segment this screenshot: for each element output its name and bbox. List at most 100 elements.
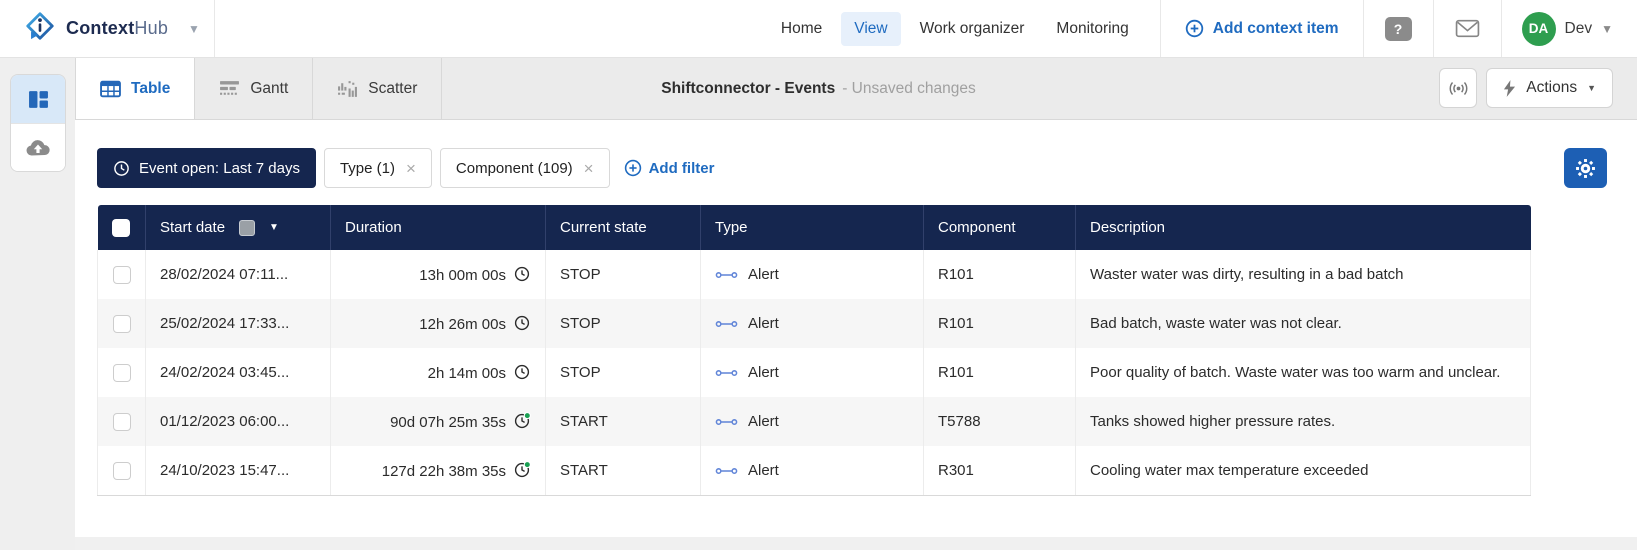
row-checkbox[interactable] — [113, 413, 131, 431]
table-row[interactable]: 28/02/2024 07:11... 13h 00m 00s STOP Ale… — [98, 250, 1531, 299]
actions-chevron-down-icon: ▼ — [1587, 83, 1596, 93]
component-filter-chip[interactable]: Component (109) × — [440, 148, 610, 188]
help-button[interactable]: ? — [1385, 17, 1412, 41]
filter-bar: Event open: Last 7 days Type (1) × Compo… — [97, 148, 714, 188]
cell-description: Bad batch, waste water was not clear. — [1076, 299, 1531, 348]
cell-component: T5788 — [924, 397, 1076, 446]
scatter-icon — [337, 80, 358, 98]
column-header-start-date[interactable]: Start date — [160, 219, 225, 236]
close-icon[interactable]: × — [584, 160, 594, 177]
cell-start-date: 01/12/2023 06:00... — [146, 397, 331, 446]
cell-start-date: 28/02/2024 07:11... — [146, 250, 331, 299]
table-header: Start date ▼ Duration Current state Type… — [98, 205, 1531, 250]
clock-icon — [513, 461, 531, 479]
content-panel: Event open: Last 7 days Type (1) × Compo… — [75, 120, 1637, 537]
brand[interactable]: ContextHub ▼ — [0, 0, 215, 57]
column-header-current-state[interactable]: Current state — [546, 205, 701, 250]
clock-icon — [513, 265, 531, 283]
nav-item-monitoring[interactable]: Monitoring — [1043, 12, 1141, 46]
cell-description: Cooling water max temperature exceeded — [1076, 446, 1531, 496]
column-header-component[interactable]: Component — [924, 205, 1076, 250]
cell-current-state: START — [546, 397, 701, 446]
table-row[interactable]: 24/02/2024 03:45... 2h 14m 00s STOP Aler… — [98, 348, 1531, 397]
table-settings-button[interactable] — [1564, 148, 1607, 188]
close-icon[interactable]: × — [406, 160, 416, 177]
cell-component: R301 — [924, 446, 1076, 496]
cell-type: Alert — [701, 348, 924, 397]
select-all-checkbox[interactable] — [112, 219, 130, 237]
duration-value: 13h 00m 00s — [419, 267, 506, 284]
messages-button[interactable] — [1455, 19, 1480, 38]
cell-description: Tanks showed higher pressure rates. — [1076, 397, 1531, 446]
cell-current-state: STOP — [546, 250, 701, 299]
tab-gantt[interactable]: Gantt — [195, 58, 313, 119]
cell-start-date: 24/02/2024 03:45... — [146, 348, 331, 397]
tab-table[interactable]: Table — [75, 58, 195, 119]
broadcast-icon — [1447, 81, 1470, 96]
add-filter-label: Add filter — [649, 160, 715, 177]
link-icon — [715, 417, 738, 427]
add-context-item-button[interactable]: Add context item — [1161, 0, 1363, 57]
nav-item-work-organizer[interactable]: Work organizer — [907, 12, 1038, 46]
brand-chevron-down-icon[interactable]: ▼ — [188, 22, 200, 36]
type-label: Alert — [748, 364, 779, 381]
group-indicator-icon[interactable] — [239, 220, 255, 236]
gantt-icon — [219, 80, 240, 97]
dashboard-view-button[interactable] — [11, 75, 65, 123]
cell-component: R101 — [924, 348, 1076, 397]
component-filter-label: Component (109) — [456, 160, 573, 177]
question-icon: ? — [1394, 21, 1403, 37]
cloud-upload-button[interactable] — [11, 123, 65, 171]
brand-name: ContextHub — [66, 18, 168, 39]
cell-description: Waster water was dirty, resulting in a b… — [1076, 250, 1531, 299]
cell-start-date: 24/10/2023 15:47... — [146, 446, 331, 496]
tab-table-label: Table — [131, 80, 170, 98]
cell-type: Alert — [701, 446, 924, 496]
tab-scatter[interactable]: Scatter — [313, 58, 442, 119]
cell-type: Alert — [701, 299, 924, 348]
table-row[interactable]: 25/02/2024 17:33... 12h 26m 00s STOP Ale… — [98, 299, 1531, 348]
user-menu[interactable]: DA Dev ▼ — [1502, 0, 1637, 57]
type-label: Alert — [748, 266, 779, 283]
cell-type: Alert — [701, 397, 924, 446]
cell-current-state: STOP — [546, 299, 701, 348]
row-checkbox[interactable] — [113, 462, 131, 480]
type-filter-chip[interactable]: Type (1) × — [324, 148, 432, 188]
plus-circle-icon — [624, 159, 642, 177]
view-tabs: Table Gantt Scatter — [75, 58, 442, 119]
cell-duration: 127d 22h 38m 35s — [331, 446, 546, 496]
add-filter-button[interactable]: Add filter — [624, 159, 715, 177]
column-header-type[interactable]: Type — [701, 205, 924, 250]
tab-gantt-label: Gantt — [250, 80, 288, 98]
nav-item-home[interactable]: Home — [768, 12, 835, 46]
sort-desc-icon[interactable]: ▼ — [269, 222, 279, 233]
plus-circle-icon — [1185, 19, 1204, 38]
link-icon — [715, 368, 738, 378]
row-checkbox[interactable] — [113, 315, 131, 333]
clock-icon — [113, 160, 130, 177]
actions-button[interactable]: Actions ▼ — [1486, 68, 1613, 108]
row-checkbox[interactable] — [113, 364, 131, 382]
broadcast-button[interactable] — [1439, 68, 1477, 108]
cell-duration: 12h 26m 00s — [331, 299, 546, 348]
cell-duration: 90d 07h 25m 35s — [331, 397, 546, 446]
cell-current-state: START — [546, 446, 701, 496]
cell-duration: 13h 00m 00s — [331, 250, 546, 299]
nav-item-view[interactable]: View — [841, 12, 900, 46]
event-open-filter-chip[interactable]: Event open: Last 7 days — [97, 148, 316, 188]
unsaved-changes-label: - Unsaved changes — [842, 80, 976, 98]
duration-value: 127d 22h 38m 35s — [382, 463, 506, 480]
type-label: Alert — [748, 413, 779, 430]
gear-icon — [1575, 158, 1596, 179]
cell-duration: 2h 14m 00s — [331, 348, 546, 397]
contexthub-logo-icon — [24, 10, 56, 47]
table-body: 28/02/2024 07:11... 13h 00m 00s STOP Ale… — [98, 250, 1531, 496]
row-checkbox[interactable] — [113, 266, 131, 284]
column-header-description[interactable]: Description — [1076, 205, 1531, 250]
left-sidebar — [0, 58, 75, 550]
table-row[interactable]: 01/12/2023 06:00... 90d 07h 25m 35s STAR… — [98, 397, 1531, 446]
link-icon — [715, 466, 738, 476]
sidebar-button-group — [10, 74, 66, 172]
column-header-duration[interactable]: Duration — [331, 205, 546, 250]
table-row[interactable]: 24/10/2023 15:47... 127d 22h 38m 35s STA… — [98, 446, 1531, 496]
